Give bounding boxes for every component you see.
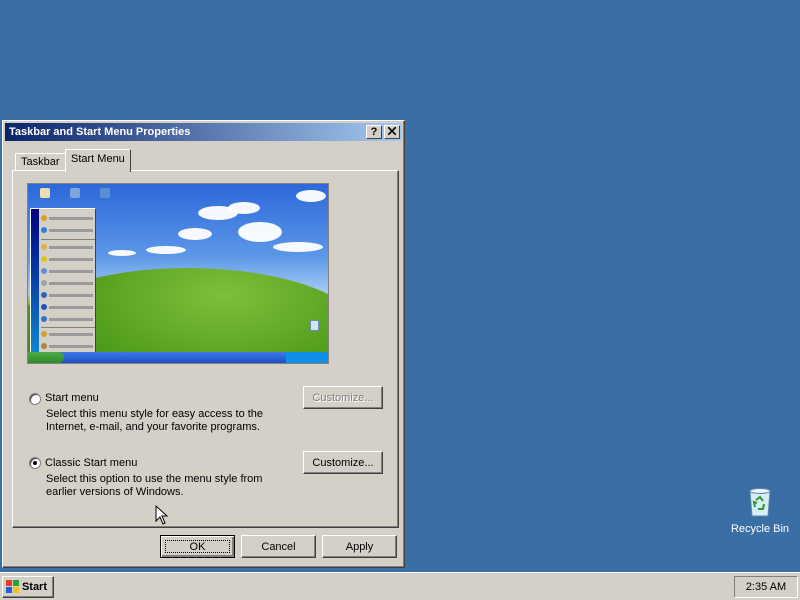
taskbar-clock[interactable]: 2:35 AM [734,576,798,598]
start-menu-preview-image [27,183,329,364]
mouse-cursor-icon [155,505,169,525]
classic-start-menu-radio[interactable] [29,457,41,469]
start-menu-label[interactable]: Start menu [45,392,99,404]
preview-desktop-icon [70,188,80,198]
close-button[interactable] [384,125,400,139]
window-title: Taskbar and Start Menu Properties [9,126,191,138]
recycle-bin-icon [749,488,771,517]
preview-tray [286,352,328,363]
start-menu-radio[interactable] [29,393,41,405]
close-icon [387,126,397,136]
preview-start-button [28,352,64,363]
recycle-bin[interactable]: Recycle Bin [730,486,790,535]
cancel-button[interactable]: Cancel [241,535,316,558]
recycle-bin-label: Recycle Bin [730,523,790,535]
preview-recycle-bin-icon [310,320,319,331]
taskbar: Start 2:35 AM [0,572,800,600]
start-menu-customize-button[interactable]: Customize... [303,386,383,409]
title-bar[interactable]: Taskbar and Start Menu Properties ? [5,123,402,141]
taskbar-properties-dialog: Taskbar and Start Menu Properties ? Task… [2,120,405,568]
start-button[interactable]: Start [2,576,54,598]
start-menu-description: Select this menu style for easy access t… [46,408,264,433]
preview-start-menu [30,208,96,353]
preview-taskbar [28,352,328,363]
classic-start-menu-description: Select this option to use the menu style… [46,473,263,498]
tab-start-menu[interactable]: Start Menu [65,149,131,172]
ok-button[interactable]: OK [160,535,235,558]
preview-desktop-icon [100,188,110,198]
start-button-label: Start [21,581,47,593]
classic-start-menu-customize-button[interactable]: Customize... [303,451,383,474]
tab-taskbar[interactable]: Taskbar [15,153,66,171]
windows-logo-icon [6,580,19,594]
classic-start-menu-label[interactable]: Classic Start menu [45,457,137,469]
help-button[interactable]: ? [366,125,382,139]
preview-desktop-icon [40,188,50,198]
apply-button[interactable]: Apply [322,535,397,558]
